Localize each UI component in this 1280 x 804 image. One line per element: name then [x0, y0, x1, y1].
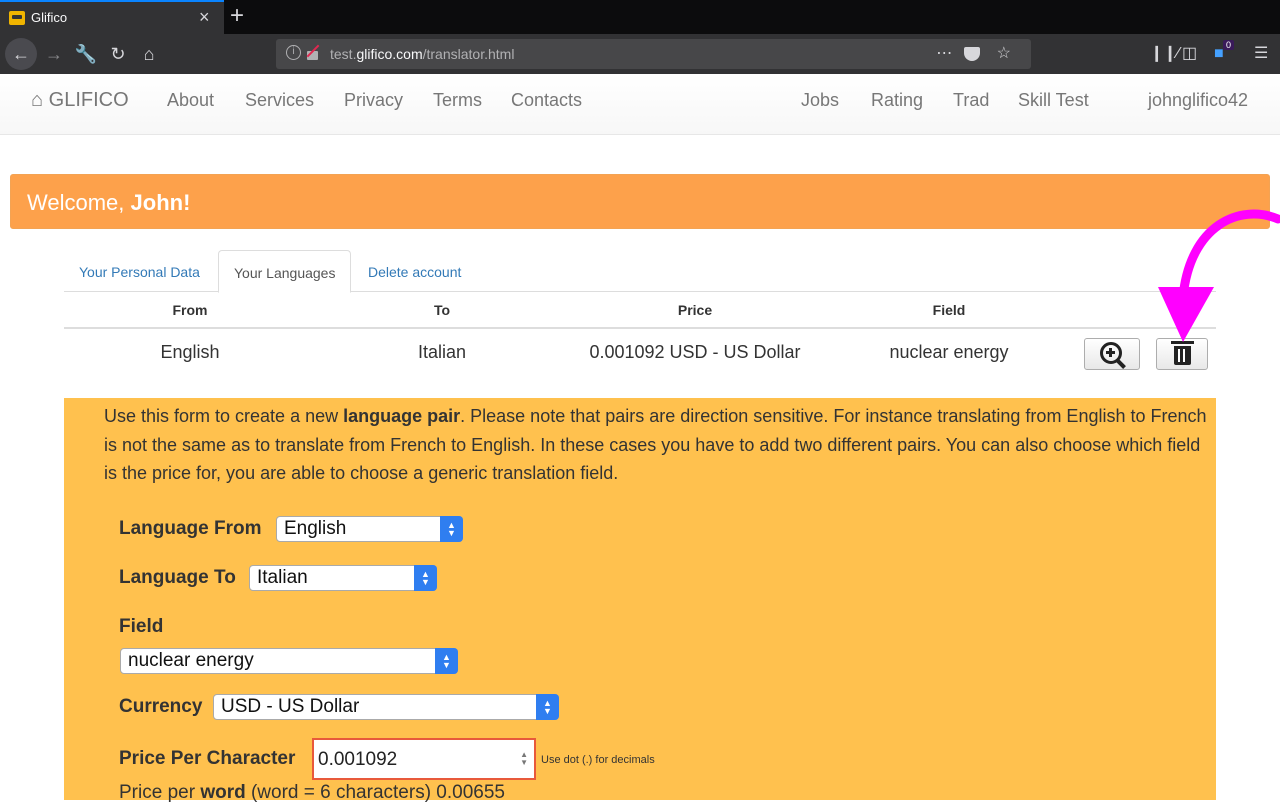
nav-jobs[interactable]: Jobs	[801, 90, 839, 111]
price-per-character-input[interactable]: 0.001092 ▲ ▼	[312, 738, 536, 780]
header-price: Price	[677, 302, 713, 318]
new-language-pair-form: Use this form to create a new language p…	[64, 398, 1216, 803]
price-per-character-label: Price Per Character	[119, 748, 296, 769]
nav-privacy[interactable]: Privacy	[344, 90, 403, 111]
select-arrows-icon: ▲ ▼	[536, 694, 559, 720]
currency-value: USD - US Dollar	[221, 696, 360, 717]
home-icon: ⌂	[31, 89, 44, 111]
tab-your-languages[interactable]: Your Languages	[218, 250, 352, 293]
library-icon[interactable]: ❙❙∕	[1150, 44, 1179, 64]
cell-price: 0.001092 USD - US Dollar	[589, 342, 801, 362]
cell-to: Italian	[417, 342, 467, 362]
select-arrows-icon: ▲ ▼	[414, 565, 437, 591]
header-to: To	[433, 302, 451, 318]
tab-close-icon[interactable]: ×	[199, 7, 210, 27]
language-from-select[interactable]: English ▲ ▼	[276, 516, 463, 542]
price-per-word: Price per word (word = 6 characters) 0.0…	[119, 782, 505, 803]
currency-label: Currency	[119, 696, 203, 717]
insecure-lock-icon[interactable]	[306, 45, 318, 60]
header-field: Field	[932, 302, 966, 318]
language-to-value: Italian	[257, 567, 308, 588]
price-value: 0.001092	[318, 749, 398, 770]
nav-contacts[interactable]: Contacts	[511, 90, 582, 111]
extension-badge: 0	[1223, 40, 1235, 50]
glifico-favicon-icon	[9, 11, 25, 25]
more-actions-icon[interactable]: ⋯	[936, 45, 964, 62]
bookmark-star-icon[interactable]: ☆	[997, 45, 1023, 62]
nav-user[interactable]: johnglifico42	[1148, 90, 1248, 111]
url-bar[interactable]: i test.glifico.com/translator.html ⋯ ☆	[276, 39, 1031, 69]
language-from-label: Language From	[119, 518, 262, 539]
welcome-banner: Welcome, John!	[10, 174, 1270, 229]
back-arrow-icon[interactable]: ←	[5, 38, 37, 70]
cell-field: nuclear energy	[889, 342, 1009, 362]
field-label: Field	[119, 616, 164, 637]
nav-trad[interactable]: Trad	[953, 90, 989, 111]
cell-from: English	[160, 342, 220, 362]
nav-about[interactable]: About	[167, 90, 214, 111]
tab-title: Glifico	[31, 10, 68, 25]
home-icon[interactable]: ⌂	[135, 40, 163, 68]
url-actions: ⋯ ☆	[936, 43, 1023, 63]
url-text[interactable]: test.glifico.com/translator.html	[330, 46, 514, 62]
zoom-handle	[1116, 359, 1126, 369]
forward-arrow-icon[interactable]: →	[40, 40, 68, 68]
tab-delete-account[interactable]: Delete account	[353, 250, 476, 292]
language-from-value: English	[284, 518, 347, 539]
annotation-arrow-icon	[1158, 209, 1280, 342]
browser-toolbar: ← → 🔧 ↻ ⌂ i test.glifico.com/translator.…	[0, 34, 1280, 74]
language-to-label: Language To	[119, 567, 236, 588]
tab-personal-data[interactable]: Your Personal Data	[64, 250, 215, 292]
decimal-hint: Use dot (.) for decimals	[541, 754, 655, 766]
browser-tab-bar: Glifico × +	[0, 0, 1280, 34]
site-navbar: ⌂ GLIFICO About Services Privacy Terms C…	[0, 74, 1280, 135]
select-arrows-icon: ▲ ▼	[435, 648, 458, 674]
nav-services[interactable]: Services	[245, 90, 314, 111]
brand-link[interactable]: ⌂ GLIFICO	[31, 89, 129, 112]
field-value: nuclear energy	[128, 650, 254, 671]
number-spinner-icon[interactable]: ▲ ▼	[520, 751, 528, 767]
sidebar-icon[interactable]: ◫	[1182, 44, 1197, 64]
info-icon[interactable]: i	[286, 45, 301, 60]
menu-icon[interactable]: ☰	[1254, 44, 1268, 64]
form-intro: Use this form to create a new language p…	[104, 406, 1207, 483]
currency-select[interactable]: USD - US Dollar ▲ ▼	[213, 694, 559, 720]
browser-tab[interactable]: Glifico ×	[0, 0, 224, 34]
field-select[interactable]: nuclear energy ▲ ▼	[120, 648, 458, 674]
nav-rating[interactable]: Rating	[871, 90, 923, 111]
view-pair-button[interactable]	[1084, 338, 1140, 370]
wrench-icon[interactable]: 🔧	[72, 40, 100, 68]
new-tab-icon[interactable]: +	[230, 2, 244, 30]
nav-skill-test[interactable]: Skill Test	[1018, 90, 1089, 111]
select-arrows-icon: ▲ ▼	[440, 516, 463, 542]
nav-terms[interactable]: Terms	[433, 90, 482, 111]
profile-tabs: Your Personal Data Your Languages Delete…	[64, 250, 1216, 293]
pocket-icon[interactable]	[964, 46, 981, 61]
table-header: From To Price Field	[64, 292, 1216, 329]
reload-icon[interactable]: ↻	[104, 40, 132, 68]
welcome-text: Welcome, John!	[27, 190, 191, 215]
header-from: From	[172, 302, 208, 318]
language-to-select[interactable]: Italian ▲ ▼	[249, 565, 437, 591]
